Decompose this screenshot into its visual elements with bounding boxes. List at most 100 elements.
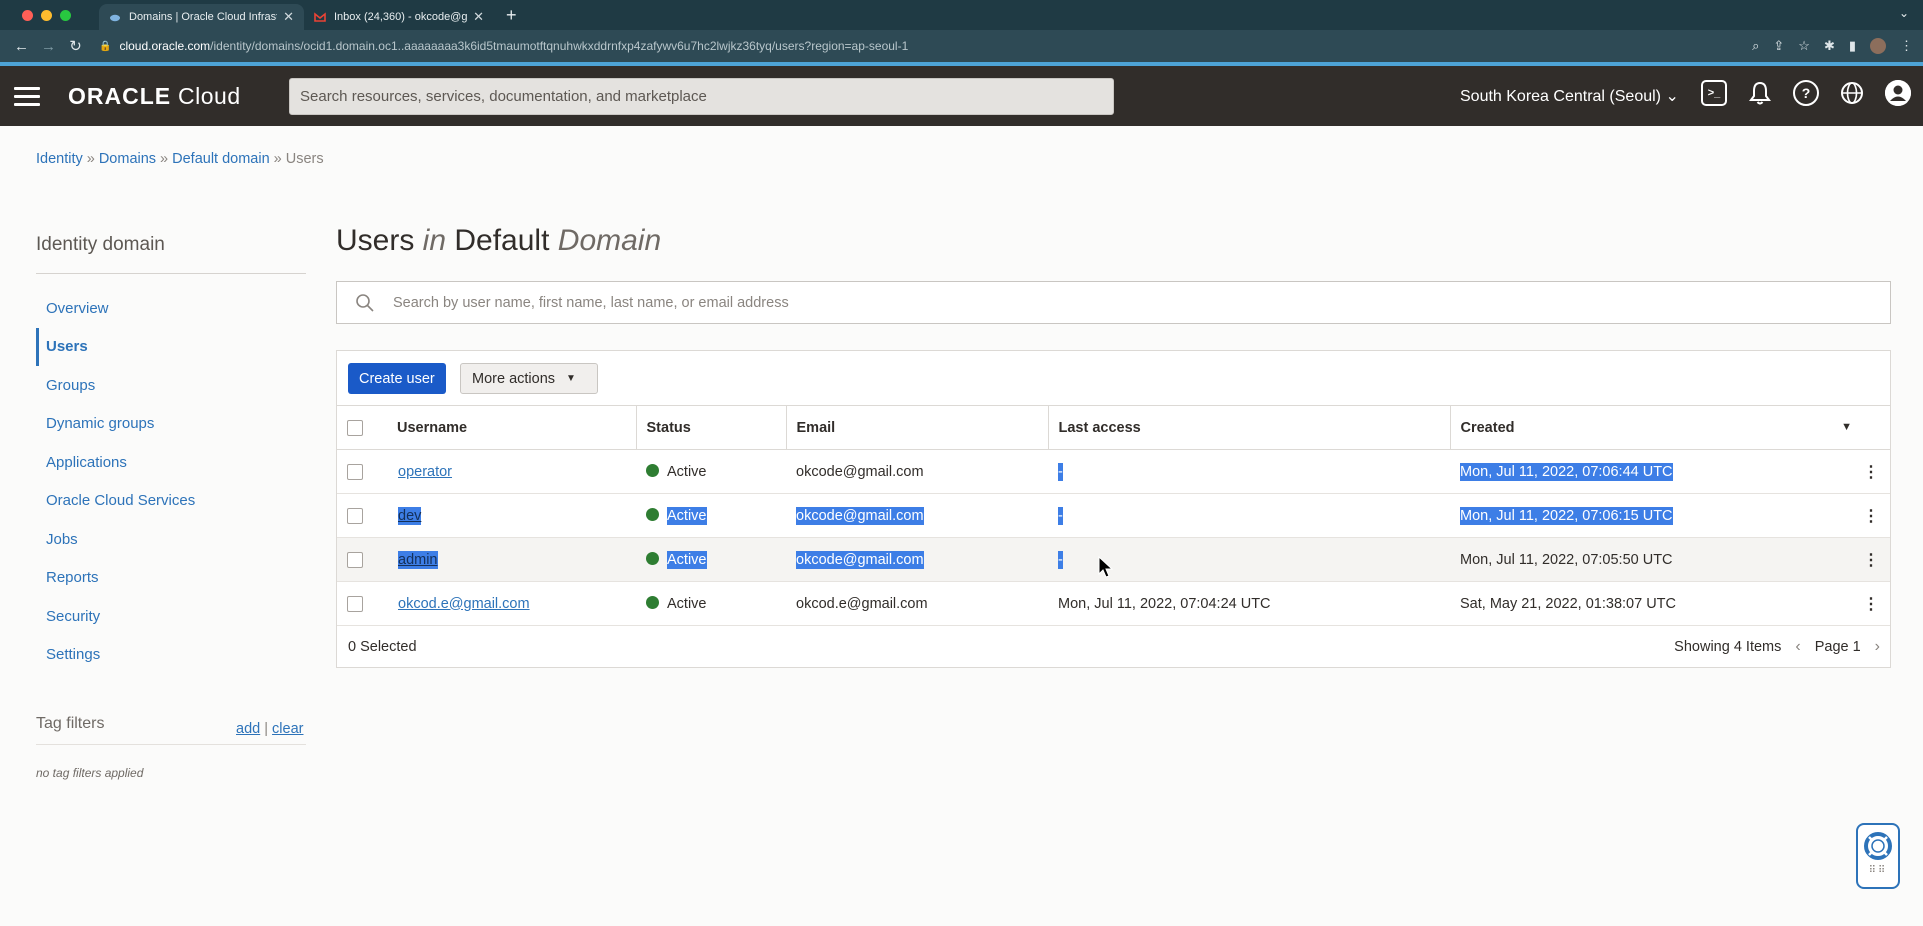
minimize-window-button[interactable]	[41, 9, 52, 21]
region-selector[interactable]: South Korea Central (Seoul) ⌄	[1460, 86, 1679, 106]
sort-caret-down-icon[interactable]: ▼	[1841, 421, 1852, 433]
select-all-checkbox[interactable]	[347, 419, 363, 436]
sidebar-item-security[interactable]: Security	[36, 597, 306, 636]
last-access-cell: -	[1048, 493, 1450, 538]
more-actions-button[interactable]: More actions ▼	[460, 363, 598, 394]
tag-filters-divider	[36, 744, 306, 745]
column-header-username[interactable]: Username	[387, 405, 636, 450]
previous-page-chevron-icon[interactable]: ‹	[1795, 638, 1800, 656]
back-icon[interactable]: ←	[8, 38, 35, 55]
breadcrumb-identity[interactable]: Identity	[36, 151, 83, 167]
sidebar-title: Identity domain	[36, 234, 165, 255]
last-access-text: -	[1058, 506, 1063, 525]
console-header: ORACLE Cloud Search resources, services,…	[0, 66, 1923, 126]
help-support-widget[interactable]: ⠿⠿	[1856, 823, 1900, 889]
user-profile-icon[interactable]	[1885, 80, 1911, 106]
row-actions-kebab-icon[interactable]: ⋮	[1842, 493, 1890, 538]
language-globe-icon[interactable]	[1839, 80, 1865, 106]
column-header-last-access[interactable]: Last access	[1047, 405, 1450, 450]
table-header-row: Username Status Email Last access Create…	[337, 405, 1890, 450]
created-cell: Mon, Jul 11, 2022, 07:06:44 UTC	[1450, 449, 1842, 494]
row-actions-kebab-icon[interactable]: ⋮	[1842, 581, 1890, 626]
new-tab-button[interactable]: +	[506, 5, 517, 26]
row-checkbox[interactable]	[347, 507, 363, 524]
sidebar-item-reports[interactable]: Reports	[36, 559, 306, 598]
username-link[interactable]: operator	[398, 464, 452, 480]
share-icon[interactable]: ⇪	[1773, 38, 1784, 54]
tab-list-chevron-icon[interactable]: ⌄	[1899, 6, 1909, 20]
row-checkbox[interactable]	[347, 463, 363, 480]
sidebar-item-jobs[interactable]: Jobs	[36, 520, 306, 559]
email-cell: okcod.e@gmail.com	[786, 581, 1048, 626]
cloud-shell-icon[interactable]: >_	[1701, 80, 1727, 106]
notifications-bell-icon[interactable]	[1747, 80, 1773, 106]
bookmark-star-icon[interactable]: ☆	[1798, 38, 1810, 54]
username-link[interactable]: okcod.e@gmail.com	[398, 596, 530, 612]
extensions-icon[interactable]: ✱	[1824, 38, 1835, 54]
username-link[interactable]: admin	[398, 550, 438, 569]
maximize-window-button[interactable]	[60, 9, 71, 21]
created-cell: Sat, May 21, 2022, 01:38:07 UTC	[1450, 581, 1842, 626]
zoom-icon[interactable]: ⌕	[1752, 38, 1759, 54]
user-search-field[interactable]	[336, 281, 1891, 324]
oracle-cloud-icon	[110, 14, 120, 22]
username-cell: operator	[387, 449, 636, 494]
column-header-created[interactable]: Created ▼	[1449, 405, 1890, 450]
sidebar-item-oracle-cloud-services[interactable]: Oracle Cloud Services	[36, 482, 306, 521]
clear-tag-filter-link[interactable]: clear	[272, 721, 303, 737]
reload-icon[interactable]: ↻	[62, 37, 89, 55]
created-text: Mon, Jul 11, 2022, 07:06:15 UTC	[1460, 506, 1673, 525]
users-table-panel: Create user More actions ▼ Username Statu…	[336, 350, 1891, 668]
sidebar-nav: Overview Users Groups Dynamic groups App…	[36, 289, 306, 674]
tag-filter-links: add | clear	[236, 721, 303, 737]
navigation-menu-icon[interactable]	[14, 86, 40, 106]
selected-count: 0 Selected	[348, 639, 417, 655]
row-checkbox-cell	[337, 537, 387, 582]
caret-down-icon: ▼	[566, 373, 576, 384]
help-icon[interactable]: ?	[1793, 80, 1819, 106]
status-cell: Active	[636, 449, 786, 494]
close-tab-icon[interactable]: ✕	[283, 9, 294, 25]
sidebar-item-groups[interactable]: Groups	[36, 366, 306, 405]
last-access-text: -	[1058, 550, 1063, 569]
close-window-button[interactable]	[22, 9, 33, 21]
sidebar-item-settings[interactable]: Settings	[36, 636, 306, 675]
breadcrumb-domains[interactable]: Domains	[99, 151, 156, 167]
table-footer: 0 Selected Showing 4 Items ‹ Page 1 ›	[337, 625, 1890, 669]
row-checkbox[interactable]	[347, 551, 363, 568]
global-search-input[interactable]: Search resources, services, documentatio…	[289, 78, 1114, 115]
close-tab-icon[interactable]: ✕	[473, 9, 484, 25]
create-user-button[interactable]: Create user	[348, 363, 446, 394]
sidebar-item-applications[interactable]: Applications	[36, 443, 306, 482]
browser-tab-inbox[interactable]: Inbox (24,360) - okcode@gmai ✕	[304, 4, 494, 30]
row-actions-kebab-icon[interactable]: ⋮	[1842, 449, 1890, 494]
active-status-dot-icon	[646, 595, 659, 609]
sidebar-item-overview[interactable]: Overview	[36, 289, 306, 328]
window-controls	[22, 9, 71, 21]
browser-tab-domains[interactable]: Domains | Oracle Cloud Infrastr ✕	[99, 4, 304, 30]
url-field[interactable]: 🔒 cloud.oracle.com/identity/domains/ocid…	[99, 39, 908, 53]
column-header-email[interactable]: Email	[785, 405, 1048, 450]
forward-icon[interactable]: →	[35, 38, 62, 55]
sidebar-toggle-icon[interactable]: ▮	[1849, 38, 1856, 54]
sidebar-item-dynamic-groups[interactable]: Dynamic groups	[36, 405, 306, 444]
row-checkbox[interactable]	[347, 595, 363, 612]
drag-handle-icon[interactable]: ⠿⠿	[1869, 866, 1888, 876]
breadcrumb-separator: »	[160, 151, 169, 167]
column-header-status[interactable]: Status	[635, 405, 786, 450]
breadcrumb-default-domain[interactable]: Default domain	[172, 151, 270, 167]
user-search-input[interactable]	[393, 294, 1793, 311]
table-row: dev Active okcode@gmail.com - Mon, Jul 1…	[337, 493, 1890, 538]
oracle-cloud-logo[interactable]: ORACLE Cloud	[68, 83, 241, 110]
username-link[interactable]: dev	[398, 506, 422, 525]
row-actions-kebab-icon[interactable]: ⋮	[1842, 537, 1890, 582]
tab-title: Inbox (24,360) - okcode@gmai	[334, 11, 468, 23]
sidebar-item-users[interactable]: Users	[36, 327, 306, 366]
profile-avatar[interactable]	[1870, 38, 1886, 54]
email-cell: okcode@gmail.com	[786, 493, 1048, 538]
chrome-menu-icon[interactable]: ⋮	[1900, 38, 1913, 54]
next-page-chevron-icon[interactable]: ›	[1875, 638, 1880, 656]
tag-link-divider: |	[264, 721, 269, 737]
tag-filters-title: Tag filters	[36, 715, 105, 732]
add-tag-filter-link[interactable]: add	[236, 721, 260, 737]
